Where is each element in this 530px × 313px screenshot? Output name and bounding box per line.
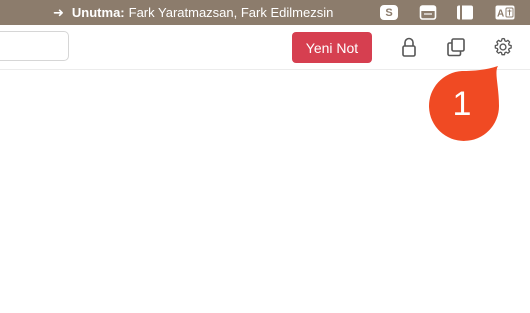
- search-input[interactable]: [0, 31, 69, 61]
- ticker-text: Fark Yaratmazsan, Fark Edilmezsin: [128, 5, 334, 20]
- new-note-button[interactable]: Yeni Not: [292, 32, 372, 63]
- gear-icon[interactable]: [492, 35, 514, 59]
- svg-text:A: A: [497, 9, 504, 20]
- skype-icon[interactable]: S: [380, 5, 398, 20]
- step-callout: 1: [428, 66, 500, 142]
- arrow-right-icon: ➜: [53, 4, 64, 20]
- lock-icon[interactable]: [398, 35, 420, 59]
- callout-number: 1: [452, 85, 472, 123]
- window-icon[interactable]: [419, 5, 437, 20]
- menu-bar: ➜ Unutma: Fark Yaratmazsan, Fark Edilmez…: [0, 0, 530, 25]
- translate-icon[interactable]: A: [495, 5, 515, 20]
- notes-icon[interactable]: [456, 5, 474, 20]
- ticker-message[interactable]: ➜ Unutma: Fark Yaratmazsan, Fark Edilmez…: [53, 0, 333, 25]
- ticker-prefix: Unutma:: [71, 5, 125, 20]
- copy-icon[interactable]: [445, 35, 467, 59]
- toolbar: Yeni Not: [0, 25, 530, 70]
